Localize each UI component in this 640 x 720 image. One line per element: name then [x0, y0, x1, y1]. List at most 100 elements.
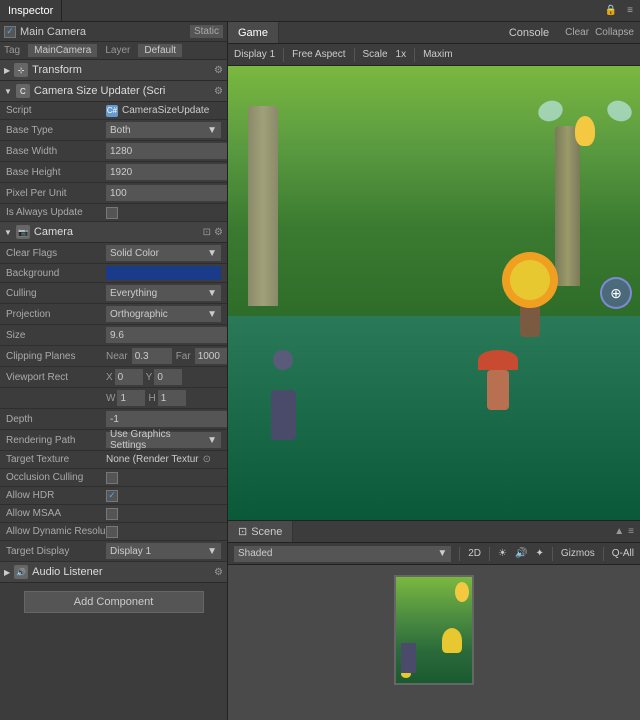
occlusion-culling-checkbox[interactable] [106, 472, 118, 484]
allow-msaa-checkbox[interactable] [106, 508, 118, 520]
quality-selector[interactable]: Q-All [612, 548, 634, 559]
target-texture-pick-icon[interactable]: ⊙ [203, 454, 211, 465]
y-input[interactable] [154, 369, 182, 385]
base-width-input[interactable] [106, 143, 227, 159]
target-display-prop-row: Target Display Display 1 ▼ [0, 541, 227, 562]
maximize-button[interactable]: Maxim [423, 49, 452, 60]
thumb-char2 [401, 643, 416, 673]
projection-dropdown[interactable]: Orthographic ▼ [106, 306, 221, 322]
target-texture-prop-row: Target Texture None (Render Textur ⊙ [0, 451, 227, 469]
right-top-tabs: Game Console Clear Collapse [228, 22, 640, 44]
script-ref-value: CameraSizeUpdate [122, 105, 209, 116]
scene-preview [228, 565, 640, 720]
inspector-tab-label: Inspector [8, 5, 53, 17]
gizmos-button[interactable]: Gizmos [561, 548, 595, 559]
w-input[interactable] [117, 390, 145, 406]
camera-title: Camera [34, 226, 199, 238]
transform-actions: ⚙ [214, 65, 223, 76]
depth-label: Depth [6, 414, 106, 425]
menu-icon[interactable]: ≡ [624, 4, 636, 17]
h-input[interactable] [158, 390, 186, 406]
script-label: Script [6, 105, 106, 116]
allow-dynamic-checkbox[interactable] [106, 526, 118, 538]
culling-mask-arrow: ▼ [207, 288, 217, 299]
toolbar-sep-3 [414, 48, 415, 62]
projection-arrow: ▼ [207, 309, 217, 320]
background-prop-row: Background [0, 264, 227, 283]
object-active-checkbox[interactable]: ✓ [4, 26, 16, 38]
size-input[interactable] [106, 327, 227, 343]
clear-flags-dropdown[interactable]: Solid Color ▼ [106, 245, 221, 261]
tag-value[interactable]: MainCamera [28, 44, 97, 57]
scene-2d-button[interactable]: 2D [468, 548, 481, 559]
x-input[interactable] [115, 369, 143, 385]
script-prop-row: Script C# CameraSizeUpdate [0, 102, 227, 120]
clear-flags-arrow: ▼ [207, 248, 217, 259]
scene-tab[interactable]: ⊡ Scene [228, 521, 293, 542]
far-input[interactable] [195, 348, 227, 364]
collapse-scene-btn[interactable]: ▲ [614, 526, 624, 537]
audio-listener-settings-icon[interactable]: ⚙ [214, 567, 223, 578]
target-display-dropdown[interactable]: Display 1 ▼ [106, 543, 221, 559]
w-label: W [106, 393, 115, 404]
rendering-path-value: Use Graphics Settings [110, 429, 207, 451]
projection-value: Orthographic [110, 309, 168, 320]
scale-value[interactable]: 1x [396, 49, 407, 60]
add-component-button[interactable]: Add Component [24, 591, 204, 613]
viewport-wh-group: W H [106, 390, 221, 406]
aspect-selector[interactable]: Free Aspect [292, 49, 345, 60]
depth-input[interactable] [106, 411, 227, 427]
culling-mask-value: Everything [110, 288, 157, 299]
tag-row: Tag MainCamera Layer Default [0, 42, 227, 60]
transform-settings-icon[interactable]: ⚙ [214, 65, 223, 76]
scene-toolbar: Shaded ▼ 2D ☀ 🔊 ✦ Gizmos Q-All [228, 543, 640, 565]
inspector-tab[interactable]: Inspector [0, 0, 62, 21]
rendering-path-dropdown[interactable]: Use Graphics Settings ▼ [106, 432, 221, 448]
camera-render-icon[interactable]: ⊡ [203, 227, 211, 238]
background-color[interactable] [106, 266, 221, 280]
rendering-path-label: Rendering Path [6, 435, 106, 446]
scene-bottom-panel: ⊡ Scene ▲ ≡ Shaded ▼ 2D ☀ 🔊 ✦ [228, 520, 640, 720]
clear-button[interactable]: Clear [565, 27, 589, 38]
base-type-label: Base Type [6, 125, 106, 136]
camera-updater-settings-icon[interactable]: ⚙ [214, 86, 223, 97]
shaded-dropdown[interactable]: Shaded ▼ [234, 546, 451, 562]
base-type-arrow: ▼ [207, 125, 217, 136]
transform-section-header[interactable]: ▶ ⊹ Transform ⚙ [0, 60, 227, 81]
inspector-panel: ✓ Main Camera Static Tag MainCamera Laye… [0, 22, 228, 720]
game-tab[interactable]: Game [228, 22, 279, 43]
scene-toolbar-sep-3 [552, 547, 553, 561]
camera-section-header[interactable]: ▼ 📷 Camera ⊡ ⚙ [0, 222, 227, 243]
base-type-dropdown[interactable]: Both ▼ [106, 122, 221, 138]
camera-updater-section-header[interactable]: ▼ C Camera Size Updater (Scri ⚙ [0, 81, 227, 102]
camera-triangle: ▼ [4, 228, 12, 237]
shaded-label: Shaded [238, 548, 272, 559]
console-tab[interactable]: Console [499, 22, 559, 43]
display-selector[interactable]: Display 1 [234, 49, 275, 60]
scene-toolbar-sep-4 [603, 547, 604, 561]
camera-settings-icon[interactable]: ⚙ [214, 227, 223, 238]
sprite-fairy [560, 96, 610, 166]
pixel-per-unit-input[interactable] [106, 185, 227, 201]
audio-listener-section-header[interactable]: ▶ 🔊 Audio Listener ⚙ [0, 562, 227, 583]
scene-audio-icon[interactable]: 🔊 [515, 548, 527, 559]
y-label: Y [146, 372, 153, 383]
projection-label: Projection [6, 309, 106, 320]
culling-mask-dropdown[interactable]: Everything ▼ [106, 285, 221, 301]
audio-listener-icon: 🔊 [14, 565, 28, 579]
collapse-button[interactable]: Collapse [595, 27, 634, 38]
base-width-label: Base Width [6, 146, 106, 157]
near-input[interactable] [132, 348, 172, 364]
allow-hdr-label: Allow HDR [6, 490, 106, 501]
layer-value[interactable]: Default [138, 44, 182, 57]
scene-menu-btn[interactable]: ≡ [628, 526, 634, 537]
scene-fx-icon[interactable]: ✦ [535, 548, 543, 559]
clear-flags-label: Clear Flags [6, 248, 106, 259]
scene-light-icon[interactable]: ☀ [498, 548, 507, 559]
object-name: Main Camera [20, 26, 186, 38]
is-always-update-checkbox[interactable] [106, 207, 118, 219]
base-height-input[interactable] [106, 164, 227, 180]
lock-icon[interactable]: 🔒 [602, 4, 620, 17]
allow-hdr-checkbox[interactable]: ✓ [106, 490, 118, 502]
nav-arrow[interactable]: ⊕ [600, 277, 632, 309]
